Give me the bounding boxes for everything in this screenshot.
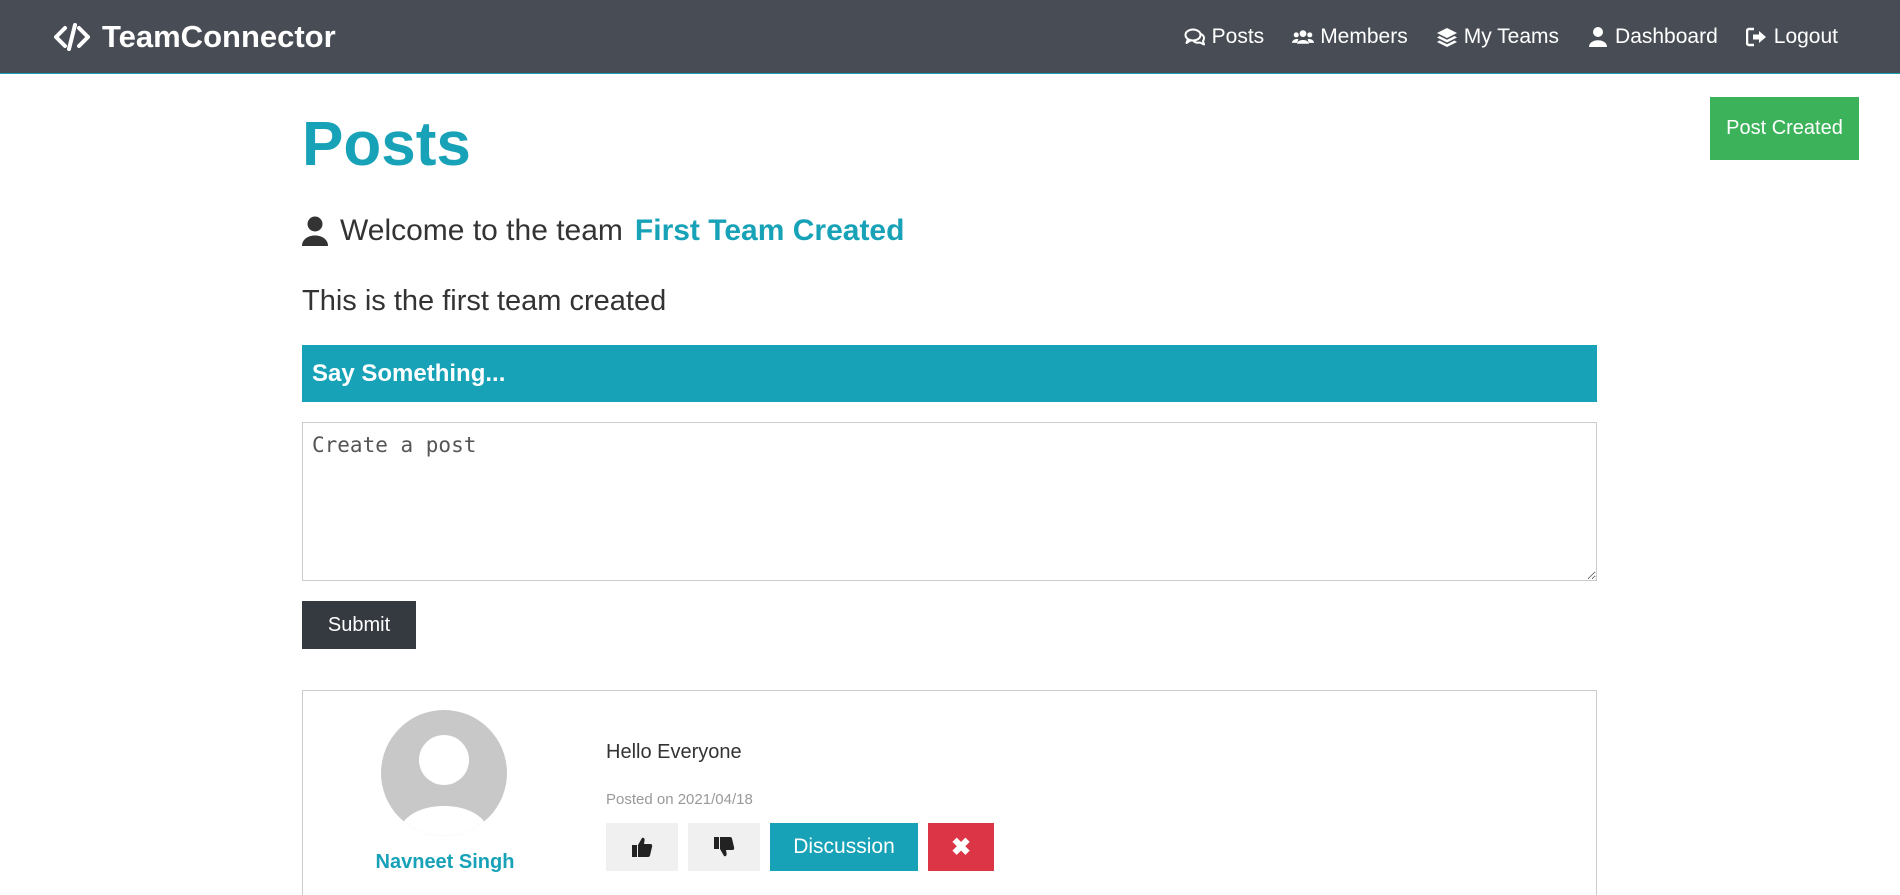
brand-link[interactable]: TeamConnector [54, 19, 336, 55]
discussion-button[interactable]: Discussion [770, 823, 918, 871]
post-card: Navneet Singh Hello Everyone Posted on 2… [302, 690, 1597, 895]
welcome-prefix: Welcome to the team [340, 214, 623, 247]
nav-members-label: Members [1320, 24, 1408, 48]
page-title: Posts [302, 110, 471, 179]
create-post-input[interactable] [302, 422, 1597, 581]
submit-button[interactable]: Submit [302, 601, 416, 649]
default-avatar-icon [381, 710, 507, 836]
dislike-button[interactable] [688, 823, 760, 871]
nav-dashboard[interactable]: Dashboard [1587, 25, 1718, 49]
team-name: First Team Created [634, 214, 905, 247]
thumbs-up-icon [632, 837, 653, 857]
layers-icon [1436, 27, 1457, 47]
post-created-alert: Post Created [1710, 97, 1859, 160]
users-icon [1292, 29, 1315, 44]
welcome-message: Welcome to the team First Team Created [302, 214, 904, 248]
user-icon [1589, 26, 1608, 47]
nav-members[interactable]: Members [1292, 25, 1408, 49]
delete-post-button[interactable]: ✖ [928, 823, 994, 871]
nav-my-teams[interactable]: My Teams [1436, 25, 1559, 49]
like-button[interactable] [606, 823, 678, 871]
navbar: TeamConnector Posts Members My Teams Das… [0, 0, 1900, 74]
nav-dashboard-label: Dashboard [1615, 24, 1718, 48]
post-form-header: Say Something... [302, 345, 1597, 402]
nav-logout[interactable]: Logout [1745, 24, 1838, 49]
nav-my-teams-label: My Teams [1463, 24, 1560, 48]
post-date: Posted on 2021/04/18 [606, 791, 753, 808]
nav-logout-label: Logout [1773, 24, 1838, 48]
nav-links: Posts Members My Teams Dashboard Logout [1184, 25, 1838, 49]
nav-posts-label: Posts [1211, 24, 1265, 48]
post-actions: Discussion ✖ [606, 823, 994, 871]
sign-out-icon [1745, 27, 1766, 46]
post-author[interactable]: Navneet Singh [303, 851, 587, 874]
post-text: Hello Everyone [606, 741, 742, 763]
brand-name: TeamConnector [102, 18, 336, 54]
user-icon [302, 216, 328, 246]
nav-posts[interactable]: Posts [1184, 24, 1265, 49]
thumbs-down-icon [714, 837, 735, 857]
comments-icon [1184, 28, 1205, 45]
avatar [381, 710, 507, 836]
code-icon [54, 22, 90, 51]
team-description: This is the first team created [302, 285, 667, 317]
